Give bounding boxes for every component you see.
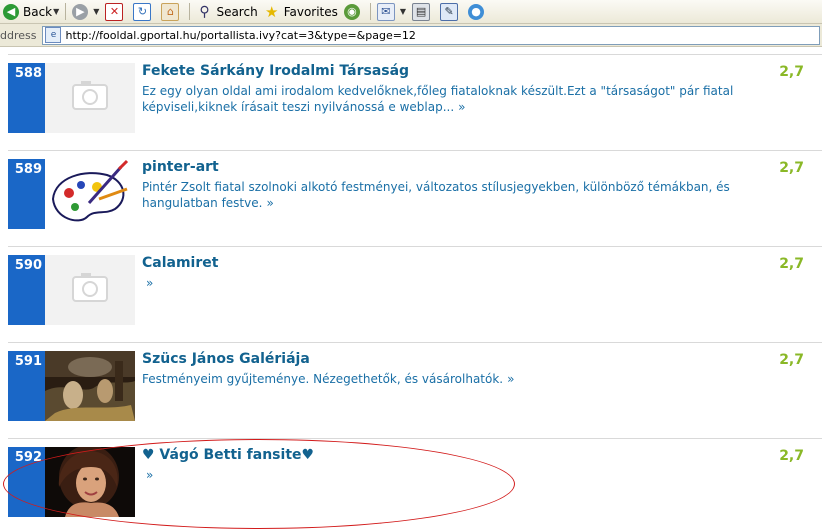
mail-icon: ✉	[376, 2, 395, 21]
rank-badge: 590	[8, 255, 45, 325]
media-button[interactable]: ◉	[341, 1, 367, 22]
page-icon: e	[45, 27, 62, 43]
description-text: Festményeim gyűjteménye. Nézegethetők, é…	[142, 372, 504, 386]
thumbnail-placeholder[interactable]	[45, 255, 135, 325]
favorites-label: Favorites	[283, 4, 338, 19]
browser-toolbar: ◀ Back ▼ ▶ ▼ ✕ ↻ ⌂ ⚲ Search ★ Favorites …	[0, 0, 822, 24]
back-dropdown-icon[interactable]: ▼	[53, 7, 59, 16]
toolbar-separator	[65, 3, 67, 20]
no-image-icon	[45, 63, 135, 133]
search-icon: ⚲	[199, 3, 210, 20]
edit-icon: ✎	[440, 2, 459, 21]
site-title-link[interactable]: Fekete Sárkány Irodalmi Társaság	[142, 63, 409, 79]
toolbar-separator	[369, 3, 371, 20]
more-link[interactable]: »	[146, 276, 153, 290]
messenger-button[interactable]: ●	[465, 1, 491, 22]
site-description: Festményeim gyűjteménye. Nézegethetők, é…	[142, 371, 764, 387]
portal-list: 588 Fekete Sárkány Irodalmi Társaság Ez …	[0, 47, 822, 531]
back-button[interactable]: ◀ Back ▼	[0, 1, 62, 22]
mail-dropdown-icon[interactable]: ▼	[400, 7, 406, 16]
more-link[interactable]: »	[458, 100, 465, 114]
no-image-icon	[45, 255, 135, 325]
rank-badge: 591	[8, 351, 45, 421]
site-title-link[interactable]: ♥ Vágó Betti fansite♥	[142, 447, 314, 463]
rank-badge: 588	[8, 63, 45, 133]
forward-arrow-icon: ▶	[72, 3, 89, 20]
more-link[interactable]: »	[266, 196, 273, 210]
address-input[interactable]: e http://fooldal.gportal.hu/portallista.…	[42, 25, 820, 45]
list-item: 592 ♥ Vágó Betti fansite♥ » 2,7	[0, 431, 822, 527]
site-description: »	[142, 275, 764, 291]
search-label: Search	[216, 4, 258, 19]
back-arrow-icon: ◀	[3, 3, 19, 20]
toolbar-separator	[189, 3, 191, 20]
edit-button[interactable]: ✎	[437, 1, 465, 22]
site-title-link[interactable]: pinter-art	[142, 159, 219, 175]
rank-badge: 592	[8, 447, 45, 517]
rating-score: 2,7	[779, 448, 804, 464]
printer-icon: ▤	[412, 2, 431, 21]
painting-image	[45, 351, 135, 421]
back-label: Back	[23, 4, 53, 19]
stop-icon: ✕	[105, 2, 124, 21]
site-title-link[interactable]: Calamiret	[142, 255, 218, 271]
home-button[interactable]: ⌂	[158, 1, 186, 22]
site-description: Ez egy olyan oldal ami irodalom kedvelők…	[142, 83, 764, 115]
site-thumbnail[interactable]	[45, 351, 135, 421]
address-label: ddress	[0, 28, 37, 42]
stop-button[interactable]: ✕	[102, 1, 130, 22]
more-link[interactable]: »	[146, 468, 153, 482]
search-button[interactable]: ⚲ Search	[193, 1, 260, 22]
refresh-icon: ↻	[133, 2, 152, 21]
media-icon: ◉	[343, 3, 360, 20]
portrait-image	[45, 447, 135, 517]
list-item: 590 Calamiret » 2,7	[0, 239, 822, 335]
forward-button[interactable]: ▶ ▼	[69, 1, 102, 22]
rank-badge: 589	[8, 159, 45, 229]
site-title-link[interactable]: Szücs János Galériája	[142, 351, 310, 367]
refresh-button[interactable]: ↻	[130, 1, 158, 22]
list-item: 588 Fekete Sárkány Irodalmi Társaság Ez …	[0, 47, 822, 143]
more-link[interactable]: »	[507, 372, 514, 386]
list-item: 589 pinter-art Pintér Zsolt fiatal szoln…	[0, 143, 822, 239]
rating-score: 2,7	[779, 64, 804, 80]
favorites-button[interactable]: ★ Favorites	[261, 1, 341, 22]
site-description: Pintér Zsolt fiatal szolnoki alkotó fest…	[142, 179, 764, 211]
rating-score: 2,7	[779, 160, 804, 176]
list-item: 591 Szücs János Galériája Festményeim gy…	[0, 335, 822, 431]
description-text: Ez egy olyan oldal ami irodalom kedvelők…	[142, 84, 734, 114]
rating-score: 2,7	[779, 256, 804, 272]
star-icon: ★	[264, 2, 279, 21]
print-button[interactable]: ▤	[409, 1, 437, 22]
address-url[interactable]: http://fooldal.gportal.hu/portallista.iv…	[65, 29, 415, 42]
description-text: Pintér Zsolt fiatal szolnoki alkotó fest…	[142, 180, 730, 210]
site-thumbnail[interactable]	[45, 447, 135, 517]
home-icon: ⌂	[161, 2, 180, 21]
address-bar: ddress e http://fooldal.gportal.hu/porta…	[0, 24, 822, 47]
site-description: »	[142, 467, 764, 483]
forward-dropdown-icon[interactable]: ▼	[93, 7, 99, 16]
paint-palette-icon	[45, 159, 135, 229]
rating-score: 2,7	[779, 352, 804, 368]
thumbnail-placeholder[interactable]	[45, 63, 135, 133]
site-thumbnail[interactable]	[45, 159, 135, 229]
messenger-icon: ●	[468, 3, 485, 20]
mail-button[interactable]: ✉ ▼	[374, 1, 409, 22]
